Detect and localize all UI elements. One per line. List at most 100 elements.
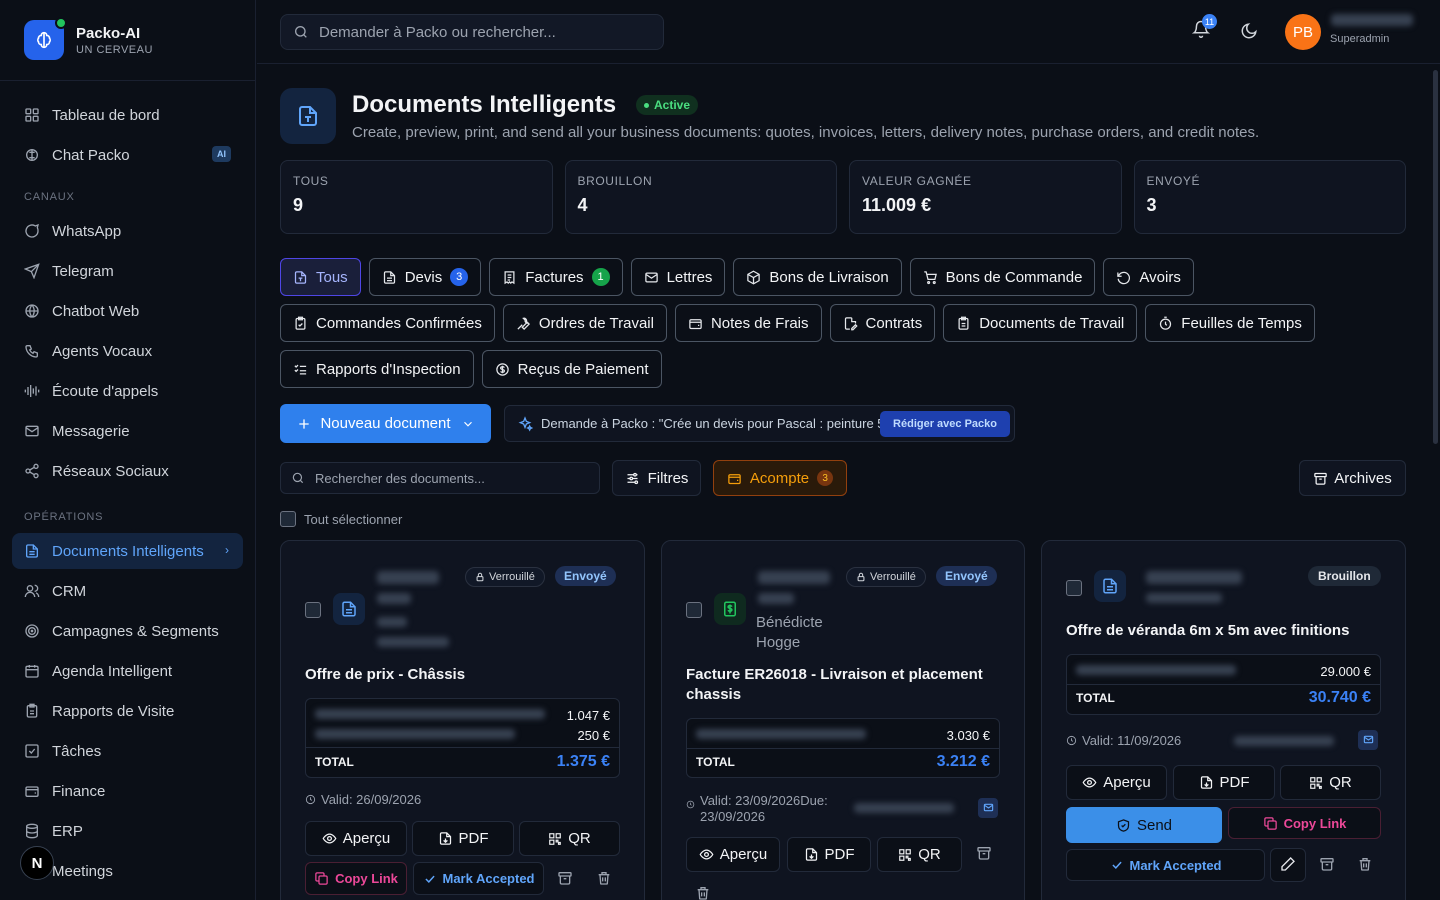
send-email-button[interactable] xyxy=(1358,730,1378,750)
stat-card-tous[interactable]: TOUS 9 xyxy=(280,160,553,234)
delete-button[interactable] xyxy=(695,885,711,900)
qr-button[interactable]: QR xyxy=(519,821,620,856)
notifications-button[interactable]: 11 xyxy=(1191,14,1217,41)
file-signature-icon xyxy=(843,316,858,331)
sidebar-item-whatsapp[interactable]: WhatsApp xyxy=(12,213,243,249)
file-text-icon xyxy=(1094,570,1126,602)
sidebar-item-telegram[interactable]: Telegram xyxy=(12,253,243,289)
type-chip-factures[interactable]: Factures 1 xyxy=(489,258,623,296)
card-checkbox[interactable] xyxy=(686,602,702,618)
file-icon xyxy=(382,270,397,285)
document-card[interactable]: Brouillon Offre de véranda 6m x 5m avec … xyxy=(1041,540,1406,900)
pdf-button[interactable]: PDF xyxy=(1173,765,1275,800)
delete-button[interactable] xyxy=(596,870,612,889)
sidebar-item-chat-packo[interactable]: Chat Packo AI xyxy=(12,137,243,173)
document-card[interactable]: Verrouillé Envoyé Bénédicte Hogge Facture… xyxy=(661,540,1025,900)
ai-prompt-input[interactable]: Demande à Packo : "Crée un devis pour Pa… xyxy=(504,405,1015,442)
stat-card-envoye[interactable]: ENVOYÉ 3 xyxy=(1133,160,1406,234)
wallet-icon xyxy=(688,316,703,331)
delete-button[interactable] xyxy=(1357,856,1373,875)
type-chip-rapports-inspection[interactable]: Rapports d'Inspection xyxy=(280,350,474,388)
new-document-button[interactable]: Nouveau document xyxy=(280,404,491,443)
sidebar-item-chatbot-web[interactable]: Chatbot Web xyxy=(12,293,243,329)
document-type-filters: Tous Devis 3 Factures 1 Lettres Bons de Li… xyxy=(280,258,1406,396)
type-chip-feuilles-temps[interactable]: Feuilles de Temps xyxy=(1145,304,1315,342)
file-type-icon xyxy=(280,88,336,144)
send-email-button[interactable] xyxy=(978,798,998,818)
card-checkbox[interactable] xyxy=(1066,580,1082,596)
type-chip-avoirs[interactable]: Avoirs xyxy=(1103,258,1194,296)
preview-button[interactable]: Aperçu xyxy=(1066,765,1167,800)
type-chip-tous[interactable]: Tous xyxy=(280,258,361,296)
type-chip-ordres-travail[interactable]: Ordres de Travail xyxy=(502,304,667,342)
global-search-input[interactable]: Demander à Packo ou rechercher... xyxy=(280,14,664,50)
theme-toggle-button[interactable] xyxy=(1240,22,1258,43)
floating-n-badge[interactable]: N xyxy=(20,846,54,880)
type-chip-lettres[interactable]: Lettres xyxy=(630,258,726,296)
stat-card-valeur-gagnee[interactable]: VALEUR GAGNÉE 11.009 € xyxy=(849,160,1122,234)
archives-button[interactable]: Archives xyxy=(1299,460,1406,496)
type-chip-bons-livraison[interactable]: Bons de Livraison xyxy=(733,258,902,296)
copy-link-button[interactable]: Copy Link xyxy=(1228,807,1381,839)
preview-button[interactable]: Aperçu xyxy=(305,821,407,856)
sidebar-item-agents-vocaux[interactable]: Agents Vocaux xyxy=(12,333,243,369)
filters-button[interactable]: Filtres xyxy=(612,460,701,496)
edit-button[interactable] xyxy=(1270,848,1306,882)
document-search-input[interactable]: Rechercher des documents... xyxy=(280,462,600,494)
qr-button[interactable]: QR xyxy=(877,837,962,872)
type-chip-devis[interactable]: Devis 3 xyxy=(368,258,482,296)
valid-text: Valid: 23/09/2026Due: xyxy=(700,793,828,808)
circle-dollar-icon xyxy=(495,362,510,377)
status-badge: Active xyxy=(636,95,699,115)
qr-button[interactable]: QR xyxy=(1280,765,1381,800)
scrollbar[interactable] xyxy=(1433,70,1438,444)
sidebar-item-reseaux-sociaux[interactable]: Réseaux Sociaux xyxy=(12,453,243,489)
sidebar-item-crm[interactable]: CRM xyxy=(12,573,243,609)
card-checkbox[interactable] xyxy=(305,602,321,618)
document-card[interactable]: Verrouillé Envoyé Offre de prix - Châssi… xyxy=(280,540,645,900)
sidebar-item-agenda[interactable]: Agenda Intelligent xyxy=(12,653,243,689)
sidebar-item-label: Campagnes & Segments xyxy=(52,622,219,640)
preview-button[interactable]: Aperçu xyxy=(686,837,780,872)
pdf-button[interactable]: PDF xyxy=(412,821,514,856)
sidebar-item-erp[interactable]: ERP xyxy=(12,813,243,849)
type-chip-documents-travail[interactable]: Documents de Travail xyxy=(943,304,1138,342)
mark-accepted-button[interactable]: Mark Accepted xyxy=(1066,849,1265,881)
qr-code-icon xyxy=(548,832,562,846)
copy-link-button[interactable]: Copy Link xyxy=(305,862,407,895)
total-value: 1.375 € xyxy=(556,753,610,770)
pdf-button[interactable]: PDF xyxy=(787,837,871,872)
type-chip-contrats[interactable]: Contrats xyxy=(829,304,936,342)
archive-button[interactable] xyxy=(557,870,573,889)
type-chip-notes-frais[interactable]: Notes de Frais xyxy=(674,304,822,342)
archive-button[interactable] xyxy=(976,845,992,864)
calendar-icon xyxy=(24,663,40,679)
line-amount: 3.030 € xyxy=(946,728,990,743)
checkbox[interactable] xyxy=(280,511,296,527)
send-button[interactable]: Send xyxy=(1066,807,1222,843)
select-all-checkbox[interactable]: Tout sélectionner xyxy=(280,511,402,527)
type-chip-bons-commande[interactable]: Bons de Commande xyxy=(909,258,1096,296)
brand[interactable]: Packo-AI UN CERVEAU xyxy=(0,0,255,81)
archive-button[interactable] xyxy=(1319,856,1335,875)
sidebar-item-label: ERP xyxy=(52,822,83,840)
sidebar-item-documents-intelligents[interactable]: Documents Intelligents › xyxy=(12,533,243,569)
type-chip-commandes-confirmees[interactable]: Commandes Confirmées xyxy=(280,304,495,342)
sidebar-item-messagerie[interactable]: Messagerie xyxy=(12,413,243,449)
stat-card-brouillon[interactable]: BROUILLON 4 xyxy=(564,160,837,234)
page-title: Documents Intelligents xyxy=(352,91,617,118)
shield-icon xyxy=(1116,818,1131,833)
mark-accepted-button[interactable]: Mark Accepted xyxy=(413,862,544,895)
avatar[interactable]: PB xyxy=(1285,14,1321,50)
sidebar-item-rapports-visite[interactable]: Rapports de Visite xyxy=(12,693,243,729)
valid-text: Valid: 11/09/2026 xyxy=(1082,733,1182,748)
type-chip-recus-paiement[interactable]: Reçus de Paiement xyxy=(481,350,662,388)
acompte-filter-button[interactable]: Acompte 3 xyxy=(713,460,847,496)
sidebar-item-finance[interactable]: Finance xyxy=(12,773,243,809)
sidebar-item-campagnes[interactable]: Campagnes & Segments xyxy=(12,613,243,649)
sidebar-item-ecoute-appels[interactable]: Écoute d'appels xyxy=(12,373,243,409)
total-label: TOTAL xyxy=(315,755,354,769)
sidebar-item-taches[interactable]: Tâches xyxy=(12,733,243,769)
draft-with-packo-button[interactable]: Rédiger avec Packo xyxy=(880,411,1010,437)
sidebar-item-dashboard[interactable]: Tableau de bord xyxy=(12,97,243,133)
